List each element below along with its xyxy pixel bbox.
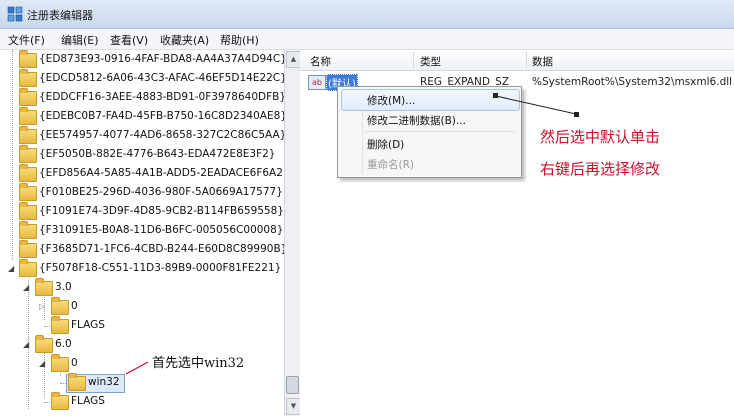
tree-item[interactable]: {EE574957-4077-4AD6-8658-327C2C86C5AA}: [0, 126, 287, 146]
annotation-step-2-line-2: 右键后再选择修改: [540, 160, 661, 178]
column-header: 名称 类型 数据: [300, 50, 734, 71]
column-divider[interactable]: [526, 52, 527, 68]
annotation-step-1: 首先选中win32: [152, 356, 245, 371]
menu-separator: [365, 131, 515, 132]
folder-icon: [19, 126, 37, 144]
menu-bar: 文件(F) 编辑(E) 查看(V) 收藏夹(A) 帮助(H): [0, 29, 734, 50]
tree-item-label: {ED873E93-0916-4FAF-BDA8-AA4A37A4D94C}: [39, 53, 287, 65]
registry-editor-icon: [7, 6, 23, 22]
folder-icon: [19, 88, 37, 106]
tree-item-label: {F3685D71-1FC6-4CBD-B244-E60D8C89990B}: [39, 243, 288, 255]
annotation-step-2-line-1: 然后选中默认单击: [540, 128, 661, 146]
tree-item-label: win32: [88, 376, 120, 388]
folder-icon: [19, 69, 37, 87]
tree-item-label: {F31091E5-B0A8-11D6-B6FC-005056C00008}: [39, 224, 284, 236]
context-menu: 修改(M)... 修改二进制数据(B)... 删除(D) 重命名(R): [337, 86, 522, 178]
expand-arrow-icon[interactable]: ▷: [39, 302, 45, 311]
menu-help[interactable]: 帮助(H): [220, 32, 259, 48]
column-divider[interactable]: [413, 52, 414, 68]
menu-favorites[interactable]: 收藏夹(A): [160, 32, 209, 48]
scroll-up-arrow-icon[interactable]: ▲: [286, 51, 301, 68]
folder-icon: [19, 202, 37, 220]
folder-icon: [51, 316, 69, 334]
window-title: 注册表编辑器: [27, 9, 93, 22]
value-data: %SystemRoot%\System32\msxml6.dll: [532, 76, 733, 88]
collapse-arrow-icon[interactable]: ◢: [8, 264, 14, 273]
key-tree[interactable]: {ED873E93-0916-4FAF-BDA8-AA4A37A4D94C} {…: [0, 50, 300, 416]
tree-item[interactable]: {F3685D71-1FC6-4CBD-B244-E60D8C89990B}: [0, 240, 288, 260]
folder-open-icon: [51, 354, 69, 372]
tree-item[interactable]: {EF5050B-882E-4776-B643-EDA472E8E3F2}: [0, 145, 284, 165]
folder-icon: [19, 183, 37, 201]
tree-item[interactable]: {F010BE25-296D-4036-980F-5A0669A17577}: [0, 183, 284, 203]
tree-item-label: 0: [71, 300, 78, 312]
tree-item-label: {EDCD5812-6A06-43C3-AFAC-46EF5D14E22C}: [39, 72, 287, 84]
tree-item[interactable]: {EFD856A4-5A85-4A1B-ADD5-2EADACE6F6A2}: [0, 164, 290, 184]
folder-open-icon: [35, 278, 53, 296]
menu-item-modify[interactable]: 修改(M)...: [367, 93, 415, 108]
collapse-arrow-icon[interactable]: ◢: [39, 359, 45, 368]
tree-item[interactable]: {F31091E5-B0A8-11D6-B6FC-005056C00008}: [0, 221, 284, 241]
collapse-arrow-icon[interactable]: ◢: [23, 340, 29, 349]
folder-icon: [19, 164, 37, 182]
tree-item[interactable]: {EDCD5812-6A06-43C3-AFAC-46EF5D14E22C}: [0, 69, 287, 89]
folder-icon: [19, 107, 37, 125]
string-value-icon: ab: [308, 75, 326, 90]
folder-open-icon: [35, 335, 53, 353]
tree-item[interactable]: {ED873E93-0916-4FAF-BDA8-AA4A37A4D94C}: [0, 50, 287, 70]
tree-item-label: {EFD856A4-5A85-4A1B-ADD5-2EADACE6F6A2}: [39, 167, 290, 179]
tree-item[interactable]: ◢ {F5078F18-C551-11D3-89B9-0000F81FE221}: [0, 259, 284, 279]
tree-guide-line: [44, 402, 50, 403]
tree-item-label: 6.0: [55, 338, 72, 350]
tree-item-label: {EDEBC0B7-FA4D-45FB-B750-16C8D2340AE8}: [39, 110, 287, 122]
column-name-header[interactable]: 名称: [310, 54, 331, 69]
folder-icon: [19, 221, 37, 239]
title-bar: 注册表编辑器: [0, 0, 734, 29]
menu-item-modify-binary[interactable]: 修改二进制数据(B)...: [367, 113, 466, 128]
menu-view[interactable]: 查看(V): [110, 32, 148, 48]
tree-item-label: {EE574957-4077-4AD6-8658-327C2C86C5AA}: [39, 129, 287, 141]
menu-edit[interactable]: 编辑(E): [61, 32, 99, 48]
tree-item-3-0-flags[interactable]: FLAGS: [0, 316, 284, 336]
tree-scrollbar[interactable]: ▲ ▼: [284, 50, 301, 416]
column-type-header[interactable]: 类型: [420, 54, 441, 69]
collapse-arrow-icon[interactable]: ◢: [23, 283, 29, 292]
menu-file[interactable]: 文件(F): [8, 32, 45, 48]
column-data-header[interactable]: 数据: [532, 54, 553, 69]
tree-item-label: {F010BE25-296D-4036-980F-5A0669A17577}: [39, 186, 283, 198]
folder-icon: [19, 50, 37, 68]
tree-item-label: {F1091E74-3D9F-4D85-9CB2-B114FB659558}: [39, 205, 284, 217]
folder-open-icon: [19, 259, 37, 277]
tree-item-win32[interactable]: win32: [0, 373, 284, 393]
tree-item[interactable]: {EDDCFF16-3AEE-4883-BD91-0F3978640DFB}: [0, 88, 287, 108]
menu-item-delete[interactable]: 删除(D): [367, 137, 404, 152]
folder-icon: [19, 145, 37, 163]
scroll-down-arrow-icon[interactable]: ▼: [286, 398, 301, 415]
scrollbar-thumb[interactable]: [286, 376, 299, 394]
folder-icon: [19, 240, 37, 258]
folder-icon: [68, 373, 86, 391]
tree-guide-line: [44, 326, 50, 327]
tree-item[interactable]: {F1091E74-3D9F-4D85-9CB2-B114FB659558}: [0, 202, 284, 222]
tree-item-label: FLAGS: [71, 395, 105, 407]
folder-icon: [51, 297, 69, 315]
tree-item-label: {EDDCFF16-3AEE-4883-BD91-0F3978640DFB}: [39, 91, 287, 103]
folder-icon: [51, 392, 69, 410]
tree-item-label: 0: [71, 357, 78, 369]
tree-item-label: {F5078F18-C551-11D3-89B9-0000F81FE221}: [39, 262, 282, 274]
tree-item[interactable]: {EDEBC0B7-FA4D-45FB-B750-16C8D2340AE8}: [0, 107, 287, 127]
menu-item-rename[interactable]: 重命名(R): [367, 157, 414, 172]
tree-item-3-0[interactable]: ◢ 3.0: [0, 278, 284, 298]
tree-item-label: {EF5050B-882E-4776-B643-EDA472E8E3F2}: [39, 148, 276, 160]
tree-item-3-0-0[interactable]: ▷ 0: [0, 297, 284, 317]
tree-item-label: 3.0: [55, 281, 72, 293]
tree-item-6-0-flags[interactable]: FLAGS: [0, 392, 284, 412]
tree-item-label: FLAGS: [71, 319, 105, 331]
